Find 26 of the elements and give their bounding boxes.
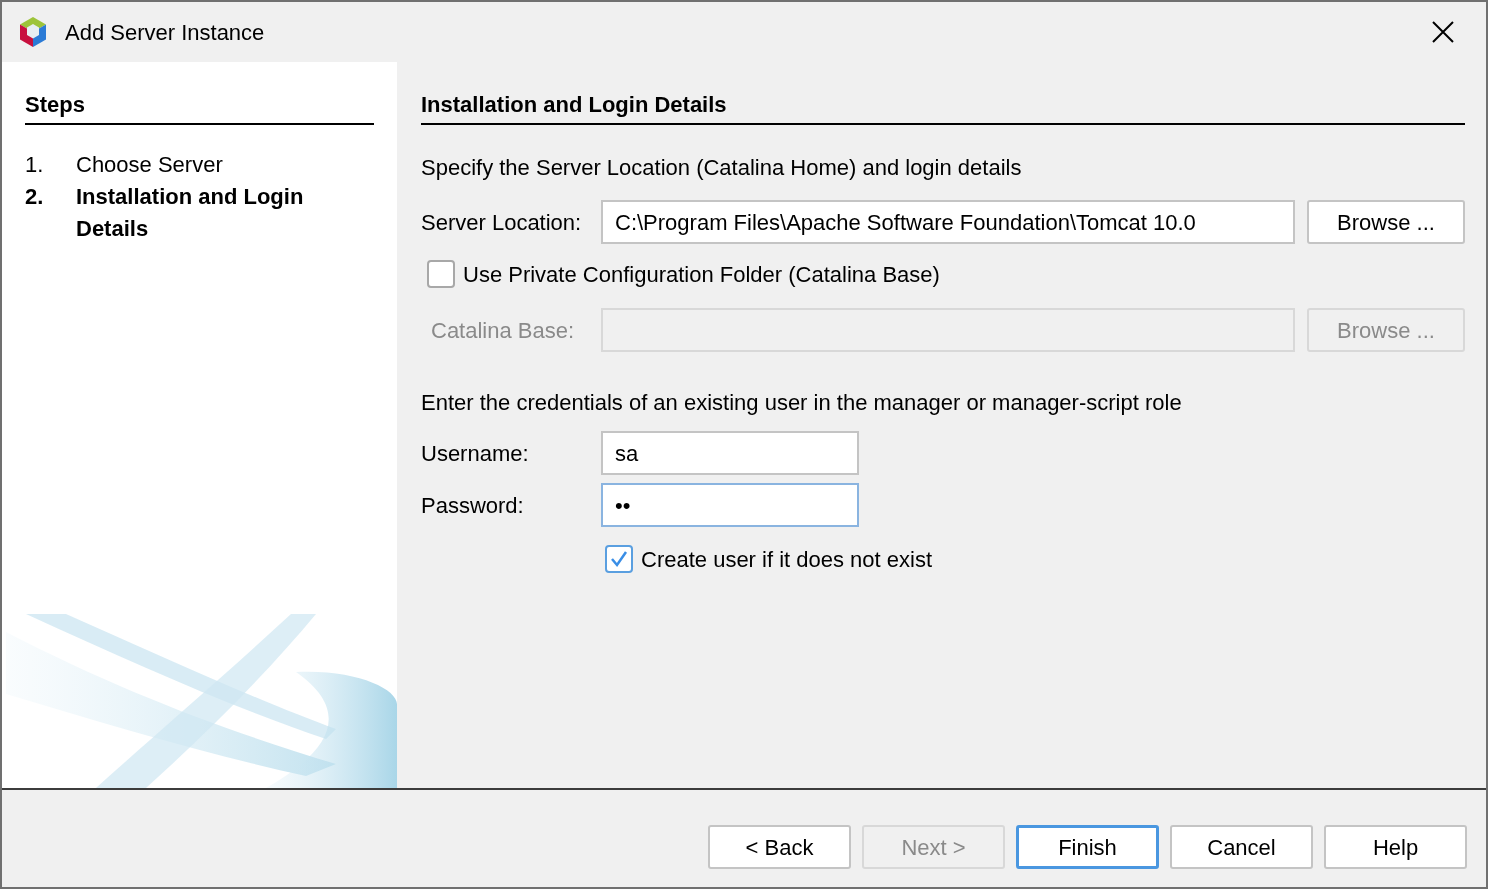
password-field[interactable]: •• bbox=[601, 483, 859, 527]
checkbox[interactable] bbox=[605, 545, 633, 573]
checkbox-label: Use Private Configuration Folder (Catalina Base) bbox=[463, 260, 940, 289]
dialog-button[interactable]: Cancel bbox=[1170, 825, 1313, 869]
field-label: Username: bbox=[421, 439, 530, 468]
field-label: Catalina Base: bbox=[430, 316, 576, 345]
steps-heading: Steps bbox=[25, 88, 374, 125]
checkbox-label: Create user if it does not exist bbox=[641, 545, 933, 574]
server-location-field[interactable]: C:\Program Files\Apache Software Foundation\Tomcat 10.0 bbox=[601, 200, 1295, 244]
step-item[interactable]: 2. Installation and Login Details bbox=[25, 181, 374, 245]
browse-button[interactable]: Browse ... bbox=[1307, 200, 1465, 244]
instructions-text: Enter the credentials of an existing user in the manager or manager-script role bbox=[421, 389, 1183, 417]
checkbox[interactable] bbox=[427, 260, 455, 288]
username-field[interactable]: sa bbox=[601, 431, 859, 475]
dialog-button[interactable]: < Back bbox=[708, 825, 851, 869]
section-heading: Installation and Login Details bbox=[421, 88, 1465, 125]
step-item[interactable]: 1. Choose Server bbox=[25, 149, 374, 181]
field-label: Password: bbox=[421, 491, 525, 520]
dialog-button[interactable]: Help bbox=[1324, 825, 1467, 869]
app-logo-icon bbox=[18, 16, 48, 48]
dialog-button[interactable]: Finish bbox=[1016, 825, 1159, 869]
close-icon[interactable] bbox=[1432, 21, 1454, 43]
instructions-text: Specify the Server Location (Catalina Home) and login details bbox=[421, 154, 1023, 182]
field-label: Server Location: bbox=[421, 208, 583, 237]
window-title: Add Server Instance bbox=[65, 18, 265, 47]
checkmark-icon bbox=[609, 549, 629, 569]
